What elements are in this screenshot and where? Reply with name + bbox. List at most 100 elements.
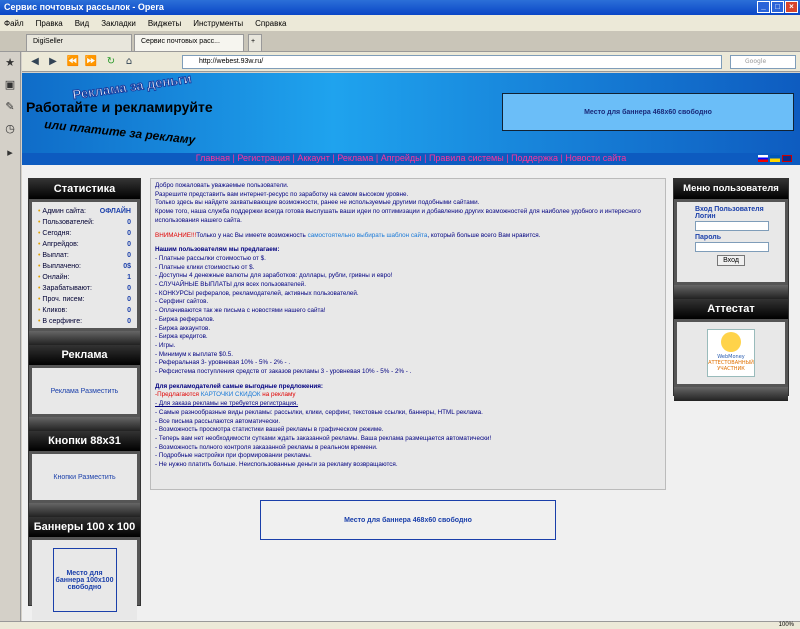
menu-view[interactable]: Вид	[75, 19, 89, 28]
buttons-place-link[interactable]: Кнопки Разместить	[32, 454, 137, 500]
login-heading: Вход Пользователя	[695, 206, 764, 213]
webmoney-badge[interactable]: WebMoney АТТЕСТОВАННЫЙ УЧАСТНИК	[707, 329, 755, 377]
menu-bookmarks[interactable]: Закладки	[101, 19, 136, 28]
window-title: Сервис почтовых рассылок - Opera	[4, 2, 164, 12]
menu-tools[interactable]: Инструменты	[193, 19, 243, 28]
menu-bar: Файл Правка Вид Закладки Виджеты Инструм…	[0, 15, 800, 31]
minimize-button[interactable]: _	[757, 1, 770, 13]
banner-bottom[interactable]: Место для баннера 468x60 свободно	[260, 500, 556, 540]
list-item: - Рефсистема поступления средств от зака…	[155, 368, 412, 376]
notes-icon[interactable]: ✎	[3, 100, 17, 114]
nav-account[interactable]: Аккаунт	[297, 153, 330, 163]
close-button[interactable]: ×	[785, 1, 798, 13]
stat-row: Сегодня:0	[38, 228, 131, 239]
list-item: - Биржа кредитов.	[155, 333, 208, 341]
bookmarks-star-icon[interactable]: ★	[3, 56, 17, 70]
menu-file[interactable]: Файл	[4, 19, 24, 28]
nav-home[interactable]: Главная	[196, 153, 230, 163]
side-panel: ★ ▣ ✎ ◷ ▸	[0, 52, 21, 621]
banner-top[interactable]: Место для баннера 468x60 свободно	[502, 93, 794, 131]
tab-digiseller[interactable]: DigiSeller	[26, 34, 132, 51]
banners-title: Баннеры 100 x 100	[29, 517, 140, 537]
login-input[interactable]	[695, 221, 769, 231]
list-item: - Минимум к выплате $0.5.	[155, 350, 234, 358]
home-icon[interactable]: ⌂	[122, 55, 136, 69]
zoom-level[interactable]: 100%	[779, 622, 794, 628]
list-item: - Игры.	[155, 341, 176, 349]
ads-title: Реклама	[29, 345, 140, 365]
nav-news[interactable]: Новости сайта	[565, 153, 626, 163]
divider	[674, 387, 788, 401]
discount-line: -Предлагаются КАРТОЧКИ СКИДОК на рекламу	[155, 391, 296, 399]
flag-ru-icon[interactable]	[758, 155, 768, 162]
stat-row: Выплат:0	[38, 250, 131, 261]
stat-row: Апгрейдов:0	[38, 239, 131, 250]
menu-edit[interactable]: Правка	[36, 19, 63, 28]
menu-help[interactable]: Справка	[255, 19, 286, 28]
stat-row: Пользователей:0	[38, 217, 131, 228]
maximize-button[interactable]: □	[771, 1, 784, 13]
intro-line: Добро пожаловать уважаемые пользователи.	[155, 182, 289, 189]
menu-widgets[interactable]: Виджеты	[148, 19, 181, 28]
flag-ua-icon[interactable]	[770, 155, 780, 162]
nav-ads[interactable]: Реклама	[337, 153, 373, 163]
list-item: - Биржа аккаунтов.	[155, 324, 211, 332]
list-item: - Платные рассылки стоимостью от $.	[155, 254, 266, 262]
password-input[interactable]	[695, 242, 769, 252]
password-label: Пароль	[695, 234, 722, 241]
nav-register[interactable]: Регистрация	[237, 153, 290, 163]
login-button[interactable]: Вход	[717, 255, 745, 266]
stat-row: Админ сайта:ОФЛАЙН	[38, 206, 131, 217]
list-item: - Теперь вам нет необходимости сутками ж…	[155, 434, 492, 442]
tab-current[interactable]: Сервис почтовых расс...	[134, 34, 244, 51]
back-icon[interactable]: ◀	[28, 55, 42, 69]
tab-label: Сервис почтовых расс...	[141, 38, 220, 45]
flag-uk-icon[interactable]	[782, 155, 792, 162]
list-item[interactable]: - Для заказа рекламы не требуется регист…	[155, 400, 661, 409]
nav-rules[interactable]: Правила системы	[429, 153, 504, 163]
banner-100-box: Место для баннера 100x100 свободно	[32, 540, 137, 620]
list-item: - Самые разнообразные виды рекламы: расс…	[155, 408, 483, 416]
panel-toggle-icon[interactable]: ▸	[3, 146, 17, 160]
nav-support[interactable]: Поддержка	[511, 153, 558, 163]
language-flags	[758, 155, 792, 162]
tab-bar: DigiSeller Сервис почтовых расс... +	[0, 31, 800, 52]
list-item: - Доступны 4 денежные валюты для заработ…	[155, 272, 393, 280]
left-sidebar: Статистика Админ сайта:ОФЛАЙН Пользовате…	[28, 178, 141, 620]
site-nav: Главная | Регистрация | Аккаунт | Реклам…	[22, 153, 800, 165]
nav-upgrades[interactable]: Апгрейды	[381, 153, 422, 163]
list-item: - Реферальная 3- уровневая 10% - 5% - 2%…	[155, 359, 291, 367]
forward-icon[interactable]: ▶	[46, 55, 60, 69]
login-label: Логин	[695, 213, 716, 220]
reload-icon[interactable]: ↻	[104, 55, 118, 69]
fast-forward-icon[interactable]: ⏩	[84, 55, 98, 69]
divider	[29, 503, 140, 517]
login-form: Вход Пользователя Логин Пароль Вход	[677, 202, 785, 282]
list-item: - Все письма рассылаются автоматически.	[155, 417, 281, 425]
divider	[674, 285, 788, 299]
right-sidebar: Меню пользователя Вход Пользователя Логи…	[673, 178, 789, 401]
users-heading: Нашим пользователям мы предлагаем:	[155, 246, 280, 254]
attest-title: Аттестат	[674, 299, 788, 319]
rewind-icon[interactable]: ⏪	[66, 55, 80, 69]
list-item: - СЛУЧАЙНЫЕ ВЫПЛАТЫ для всех пользовател…	[155, 281, 307, 289]
list-item: - Не нужно платить больше. Неиспользован…	[155, 461, 398, 469]
intro-line: Кроме того, наша служба поддержки всегда…	[155, 208, 641, 224]
stat-row: Онлайн:1	[38, 272, 131, 283]
main-content: Добро пожаловать уважаемые пользователи.…	[150, 178, 666, 490]
ads-place-link[interactable]: Реклама Разместить	[32, 368, 137, 414]
widgets-icon[interactable]: ▣	[3, 78, 17, 92]
attention-line: ВНИМАНИЕ!!!Только у нас Вы имеете возмож…	[155, 231, 541, 239]
banner-100-slot[interactable]: Место для баннера 100x100 свободно	[52, 548, 117, 612]
stat-row: Зарабатывают:0	[38, 283, 131, 294]
discount-cards-link[interactable]: КАРТОЧКИ СКИДОК	[201, 391, 261, 398]
page-viewport: Реклама за деньги Работайте и рекламируй…	[22, 73, 800, 621]
url-field[interactable]: http://webest.93w.ru/	[182, 55, 722, 69]
list-item: - Биржа рефералов.	[155, 315, 215, 323]
search-field[interactable]: Google	[730, 55, 796, 69]
new-tab-button[interactable]: +	[248, 34, 262, 51]
history-clock-icon[interactable]: ◷	[3, 122, 17, 136]
buttons-title: Кнопки 88x31	[29, 431, 140, 451]
template-link[interactable]: самостоятельно выбирать шаблон сайта	[308, 232, 428, 239]
user-menu-title: Меню пользователя	[674, 179, 788, 199]
